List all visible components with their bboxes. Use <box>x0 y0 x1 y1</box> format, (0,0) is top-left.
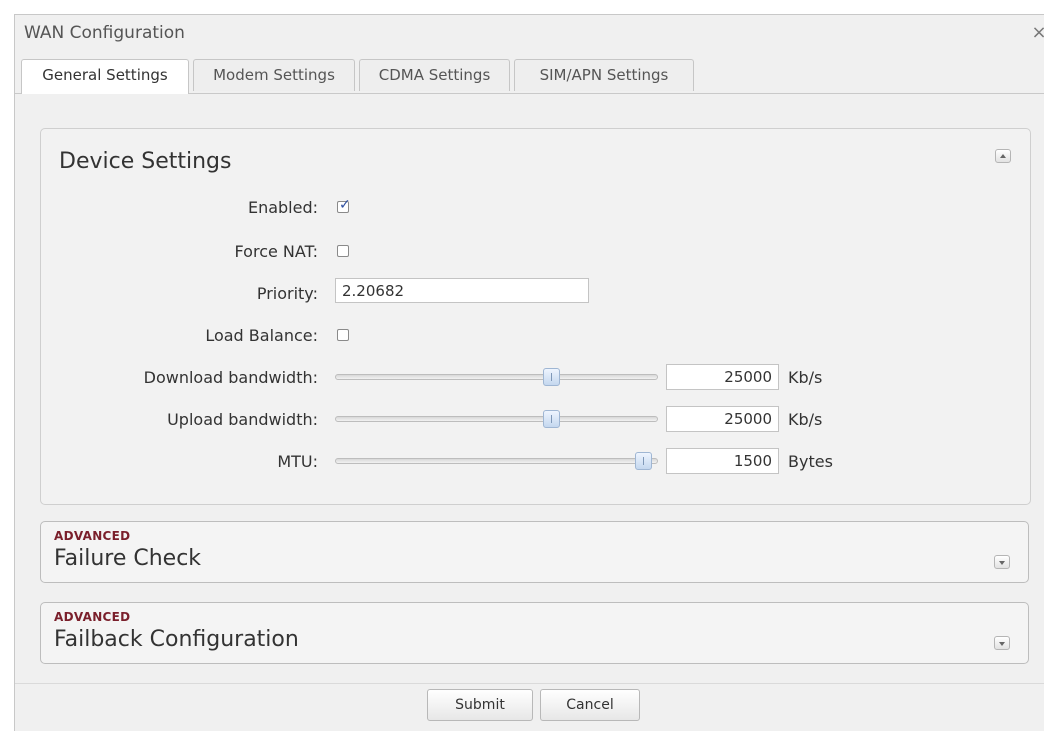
expand-down-icon[interactable] <box>994 636 1010 650</box>
download-bandwidth-input[interactable] <box>666 364 779 390</box>
tab-cdma-settings[interactable]: CDMA Settings <box>359 59 510 91</box>
failure-check-title: Failure Check <box>54 546 202 571</box>
force-nat-checkbox[interactable] <box>337 245 349 257</box>
close-icon[interactable]: × <box>1027 21 1044 45</box>
failback-configuration-title: Failback Configuration <box>54 627 299 652</box>
upload-bandwidth-label: Upload bandwidth: <box>167 410 318 429</box>
priority-label: Priority: <box>256 284 318 303</box>
tab-modem-settings[interactable]: Modem Settings <box>193 59 355 91</box>
download-bandwidth-unit: Kb/s <box>788 368 823 387</box>
dialog-title: WAN Configuration <box>24 23 185 43</box>
upload-bandwidth-slider[interactable] <box>335 416 658 422</box>
submit-button[interactable]: Submit <box>427 689 533 721</box>
footer-divider <box>15 683 1044 684</box>
force-nat-label: Force NAT: <box>234 242 318 261</box>
tab-sim-apn-settings[interactable]: SIM/APN Settings <box>514 59 694 91</box>
tab-general-settings[interactable]: General Settings <box>21 59 189 94</box>
enabled-checkbox[interactable]: ✓ <box>337 197 351 213</box>
cancel-button[interactable]: Cancel <box>540 689 640 721</box>
mtu-slider[interactable] <box>335 458 658 464</box>
upload-bandwidth-slider-handle[interactable] <box>543 410 561 428</box>
expand-down-icon[interactable] <box>994 555 1010 569</box>
download-bandwidth-slider[interactable] <box>335 374 658 380</box>
upload-bandwidth-unit: Kb/s <box>788 410 823 429</box>
failure-check-panel[interactable]: ADVANCED Failure Check <box>40 521 1029 583</box>
mtu-unit: Bytes <box>788 452 833 471</box>
advanced-tag: ADVANCED <box>54 529 131 543</box>
device-settings-title: Device Settings <box>59 149 232 174</box>
mtu-slider-handle[interactable] <box>634 452 652 470</box>
collapse-up-icon[interactable] <box>995 149 1011 163</box>
load-balance-checkbox[interactable] <box>337 329 349 341</box>
dialog-titlebar: WAN Configuration × <box>15 15 1044 53</box>
advanced-tag: ADVANCED <box>54 610 131 624</box>
checkmark-icon: ✓ <box>339 197 351 213</box>
wan-configuration-dialog: WAN Configuration × General Settings Mod… <box>14 14 1044 731</box>
priority-input[interactable] <box>335 278 589 303</box>
mtu-label: MTU: <box>277 452 318 471</box>
upload-bandwidth-input[interactable] <box>666 406 779 432</box>
enabled-label: Enabled: <box>247 198 318 217</box>
tab-bar: General Settings Modem Settings CDMA Set… <box>15 53 1044 94</box>
device-settings-panel: Device Settings Enabled: ✓ Force NAT: Pr… <box>40 128 1031 505</box>
download-bandwidth-slider-handle[interactable] <box>543 368 561 386</box>
mtu-input[interactable] <box>666 448 779 474</box>
failback-configuration-panel[interactable]: ADVANCED Failback Configuration <box>40 602 1029 664</box>
download-bandwidth-label: Download bandwidth: <box>143 368 318 387</box>
load-balance-label: Load Balance: <box>205 326 318 345</box>
